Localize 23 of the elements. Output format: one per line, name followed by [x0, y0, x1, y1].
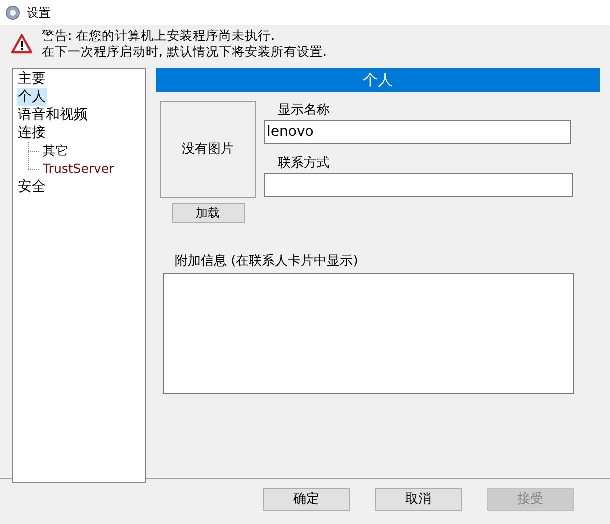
- load-button[interactable]: 加载: [172, 203, 244, 223]
- panel-header: 个人: [156, 68, 600, 92]
- no-picture-text: 没有图片: [182, 140, 234, 159]
- tree-item[interactable]: 语音和视频: [17, 106, 89, 124]
- tree-item[interactable]: 主要: [17, 70, 47, 88]
- field-label: 显示名称: [278, 102, 331, 120]
- tree-item[interactable]: 其它: [42, 142, 70, 160]
- display-name-field[interactable]: lenovo: [264, 120, 571, 144]
- tree-item[interactable]: 个人: [17, 88, 47, 106]
- tree-item[interactable]: TrustServer: [42, 160, 116, 178]
- tree-item[interactable]: 安全: [17, 178, 47, 196]
- warning-text: 警告: 在您的计算机上安装程序尚未执行.: [42, 28, 276, 44]
- window-title: 设置: [27, 4, 51, 22]
- dialog-button[interactable]: 确定: [263, 488, 350, 511]
- field-label: 联系方式: [278, 155, 331, 173]
- gear-icon: [5, 4, 21, 20]
- warning-icon: [11, 34, 33, 54]
- tree-item[interactable]: 连接: [17, 124, 47, 142]
- dialog-button[interactable]: 取消: [375, 488, 462, 511]
- field-label: 附加信息 (在联系人卡片中显示): [175, 253, 358, 271]
- warning-text: 在下一次程序启动时, 默认情况下将安装所有设置.: [42, 44, 327, 60]
- extra-info-field[interactable]: [163, 273, 574, 394]
- contact-field[interactable]: [264, 173, 573, 197]
